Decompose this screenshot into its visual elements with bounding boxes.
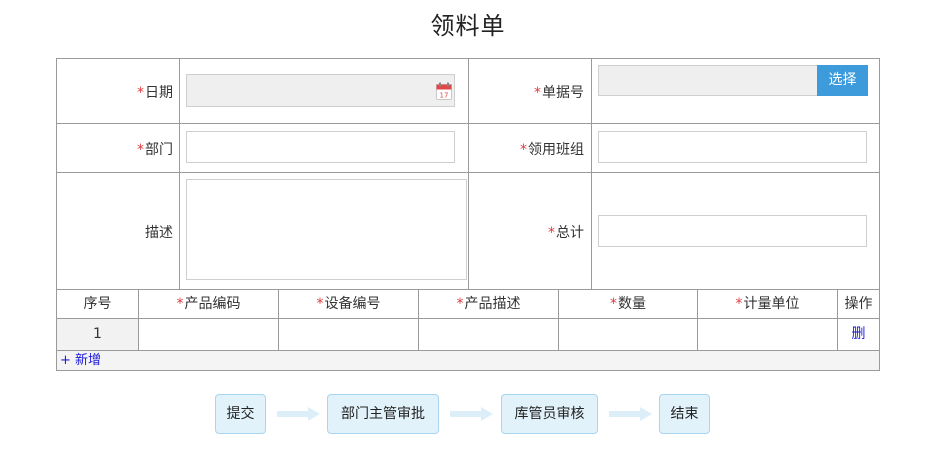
select-button[interactable]: 选择 (817, 65, 868, 96)
th-equipment-no: *设备编号 (279, 290, 418, 318)
right-arrow-icon (277, 407, 320, 421)
th-product-desc-text: 产品描述 (464, 296, 521, 312)
th-equipment-no-text: 设备编号 (324, 296, 381, 312)
form-col-divider (591, 58, 592, 289)
date-field[interactable]: 17 (186, 74, 455, 107)
required-mark: * (610, 296, 617, 312)
workflow-step-warehouse-review: 库管员审核 (501, 394, 598, 434)
dept-label: *部门 (60, 139, 173, 159)
th-index: 序号 (57, 290, 138, 318)
th-unit-text: 计量单位 (743, 296, 800, 312)
equipment-no-cell[interactable] (279, 319, 418, 350)
th-index-text: 序号 (83, 296, 112, 312)
unit-cell[interactable] (698, 319, 837, 350)
th-action-text: 操作 (844, 296, 873, 312)
required-mark: * (735, 296, 743, 312)
th-quantity-text: 数量 (618, 296, 646, 312)
required-mark: * (176, 296, 184, 312)
product-code-cell[interactable] (139, 319, 278, 350)
team-label: *领用班组 (470, 139, 584, 159)
svg-text:17: 17 (440, 92, 449, 100)
required-mark: * (137, 142, 144, 158)
required-mark: * (456, 296, 464, 312)
team-label-text: 领用班组 (528, 142, 584, 158)
workflow-step-end: 结束 (659, 394, 710, 434)
th-quantity: *数量 (559, 290, 697, 318)
date-label: *日期 (60, 82, 173, 102)
product-desc-cell[interactable] (419, 319, 558, 350)
quantity-cell[interactable] (559, 319, 697, 350)
workflow-step-manager-approval: 部门主管审批 (327, 394, 439, 434)
date-label-text: 日期 (145, 85, 173, 101)
total-label-text: 总计 (556, 225, 584, 241)
add-row-bar: + 新增 (57, 351, 879, 370)
form-border-right (879, 58, 880, 371)
doc-no-label-text: 单据号 (542, 85, 584, 101)
th-action: 操作 (838, 290, 879, 318)
right-arrow-icon (609, 407, 652, 421)
calendar-icon[interactable]: 17 (436, 82, 452, 100)
desc-label: 描述 (145, 225, 173, 241)
row-index-cell: 1 (57, 319, 138, 350)
desc-textarea[interactable] (186, 179, 467, 280)
required-mark: * (316, 296, 324, 312)
form-col-divider (468, 58, 469, 289)
dept-field[interactable] (186, 131, 455, 163)
doc-no-field[interactable] (598, 65, 818, 96)
required-mark: * (137, 85, 144, 101)
required-mark: * (520, 142, 527, 158)
form-border-bottom (56, 370, 880, 371)
right-arrow-icon (450, 407, 493, 421)
required-mark: * (548, 225, 555, 241)
page-title: 领料单 (430, 12, 506, 40)
th-product-code-text: 产品编码 (184, 296, 241, 312)
dept-label-text: 部门 (145, 142, 173, 158)
form-col-divider (179, 58, 180, 289)
team-field[interactable] (598, 131, 867, 163)
add-row-link[interactable]: + 新增 (60, 351, 101, 370)
total-label: *总计 (470, 222, 584, 242)
required-mark: * (534, 85, 541, 101)
doc-no-label: *单据号 (470, 82, 584, 102)
th-product-desc: *产品描述 (419, 290, 558, 318)
total-field[interactable] (598, 215, 867, 247)
th-product-code: *产品编码 (139, 290, 278, 318)
delete-row-link[interactable]: 删 (838, 319, 879, 350)
workflow-step-submit: 提交 (215, 394, 266, 434)
th-unit: *计量单位 (698, 290, 837, 318)
